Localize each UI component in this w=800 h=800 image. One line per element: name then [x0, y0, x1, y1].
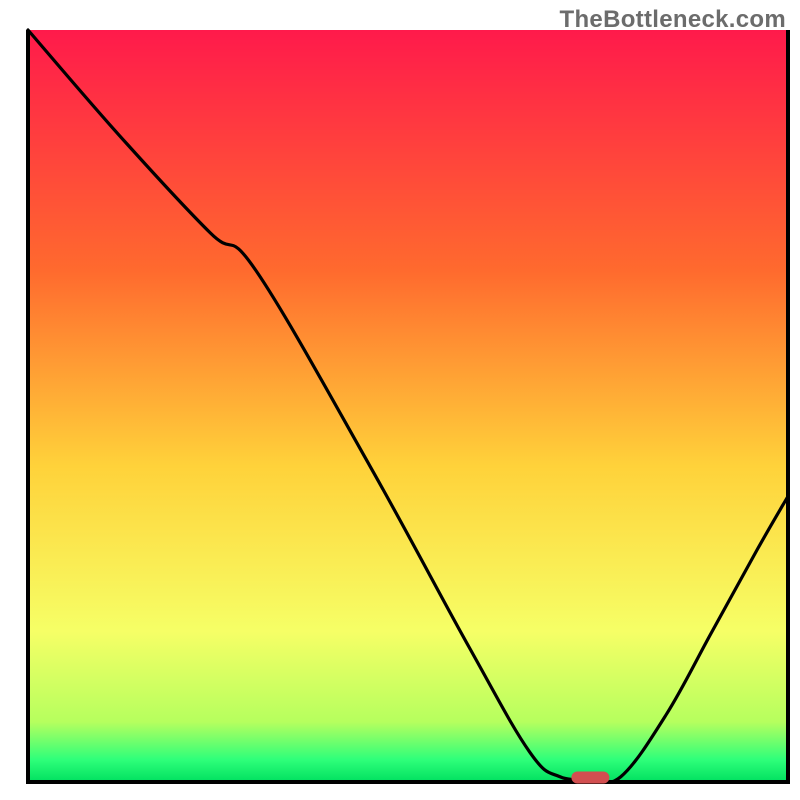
optimum-marker: [571, 771, 609, 783]
plot-background: [28, 30, 788, 782]
bottleneck-chart: [0, 0, 800, 800]
watermark-text: TheBottleneck.com: [560, 6, 786, 34]
chart-stage: TheBottleneck.com: [0, 0, 800, 800]
